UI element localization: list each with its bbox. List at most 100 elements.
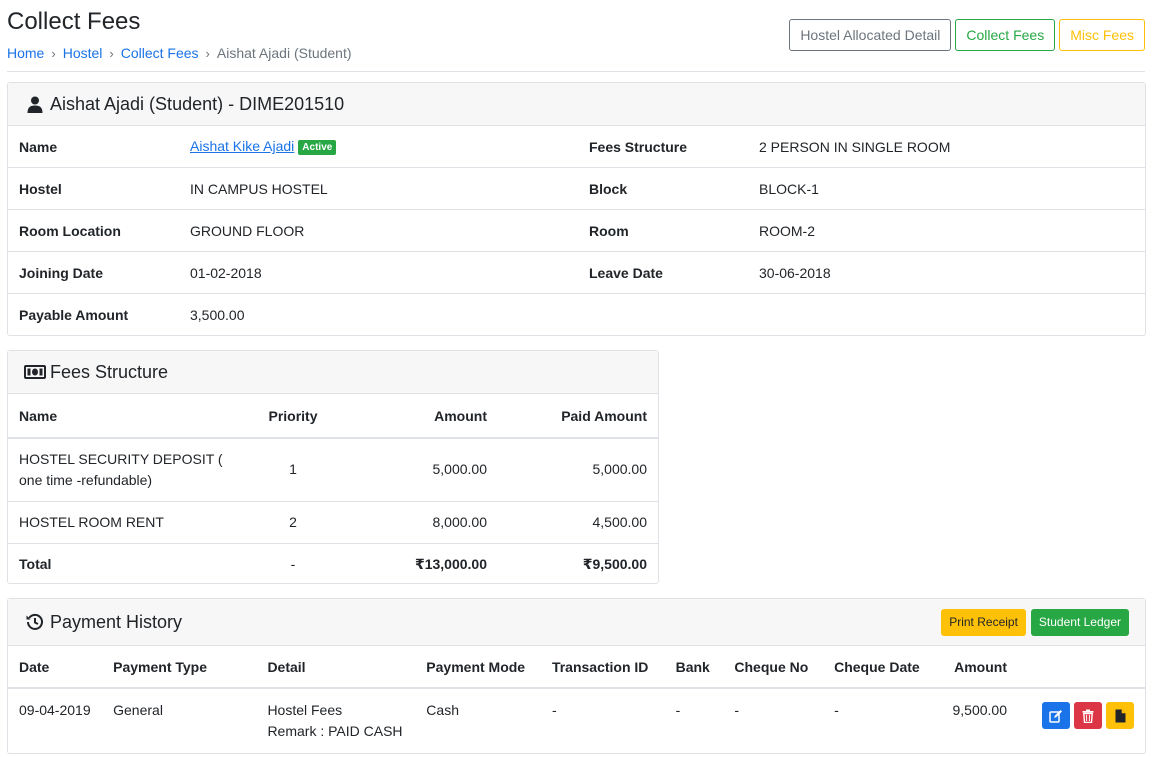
payment-card-header: Payment History Print Receipt Student Le… (8, 599, 1145, 646)
edit-icon (1049, 709, 1062, 723)
payment-type: General (113, 702, 163, 718)
block-value: BLOCK-1 (759, 180, 819, 197)
payable-amount-value: 3,500.00 (190, 307, 245, 323)
student-name-link[interactable]: Aishat Kike Ajadi (190, 138, 294, 154)
column-header: Cheque No (723, 646, 824, 689)
joining-date-value: 01-02-2018 (190, 264, 262, 281)
column-header: Priority (248, 394, 338, 439)
hostel-label: Hostel (19, 180, 62, 197)
leave-date-value: 30-06-2018 (759, 264, 831, 281)
fees-card-header: Fees Structure (8, 351, 658, 394)
column-header: Date (8, 646, 103, 689)
receipt-payment-button[interactable] (1106, 702, 1134, 729)
column-header: Transaction ID (540, 646, 665, 689)
trash-icon (1082, 709, 1094, 723)
info-row: Hostel IN CAMPUS HOSTEL Block BLOCK-1 (8, 168, 1145, 210)
breadcrumb-separator-icon: › (109, 45, 114, 61)
hostel-value: IN CAMPUS HOSTEL (190, 180, 328, 197)
breadcrumb-home[interactable]: Home (7, 45, 44, 61)
student-ledger-button[interactable]: Student Ledger (1030, 608, 1129, 636)
joining-date-label: Joining Date (19, 264, 104, 281)
total-label: Total (19, 555, 52, 572)
status-badge: Active (298, 140, 337, 155)
transaction-id: - (551, 702, 557, 718)
delete-payment-button[interactable] (1074, 702, 1102, 729)
page-title: Collect Fees (7, 8, 141, 35)
fees-table: Name Priority Amount Paid Amount HOSTEL … (8, 394, 658, 585)
info-row: Joining Date 01-02-2018 Leave Date 30-06… (8, 252, 1145, 294)
fee-name: HOSTEL ROOM RENT (8, 501, 248, 544)
payment-actions (1018, 688, 1145, 752)
breadcrumb: Home › Hostel › Collect Fees › Aishat Aj… (7, 45, 352, 61)
collect-fees-button[interactable]: Collect Fees (955, 19, 1056, 51)
top-action-buttons: Hostel Allocated Detail Collect Fees Mis… (789, 19, 1145, 51)
room-location-label: Room Location (19, 222, 121, 239)
fee-amount: 8,000.00 (338, 501, 498, 544)
payable-amount-label: Payable Amount (19, 307, 129, 323)
room-label: Room (589, 222, 629, 239)
history-icon (24, 611, 46, 633)
file-icon (1115, 709, 1125, 722)
fees-structure-label: Fees Structure (589, 138, 688, 155)
payment-mode: Cash (426, 702, 459, 718)
fee-name: HOSTEL SECURITY DEPOSIT ( one time -refu… (8, 438, 248, 502)
table-row: 09-04-2019 General Hostel Fees Remark : … (8, 688, 1145, 752)
column-header: Name (8, 394, 248, 439)
breadcrumb-separator-icon: › (205, 45, 210, 61)
breadcrumb-separator-icon: › (51, 45, 56, 61)
leave-date-label: Leave Date (589, 264, 663, 281)
table-row: HOSTEL ROOM RENT 2 8,000.00 4,500.00 (8, 501, 658, 544)
total-amount: ₹13,000.00 (414, 555, 487, 572)
fees-structure-card: Fees Structure Name Priority Amount Paid… (7, 350, 659, 584)
table-header-row: Name Priority Amount Paid Amount (8, 394, 658, 439)
fees-structure-value: 2 PERSON IN SINGLE ROOM (759, 138, 951, 155)
payment-detail-cell: Hostel Fees Remark : PAID CASH (256, 688, 415, 752)
breadcrumb-collect-fees[interactable]: Collect Fees (121, 45, 199, 61)
breadcrumb-hostel[interactable]: Hostel (63, 45, 103, 61)
header-divider (7, 71, 1145, 72)
misc-fees-button[interactable]: Misc Fees (1059, 19, 1145, 51)
fee-amount: 5,000.00 (338, 438, 498, 502)
breadcrumb-current: Aishat Ajadi (Student) (216, 45, 352, 61)
payment-amount: 9,500.00 (952, 702, 1008, 718)
room-location-value: GROUND FLOOR (190, 222, 305, 239)
money-icon (24, 361, 46, 383)
table-row: HOSTEL SECURITY DEPOSIT ( one time -refu… (8, 438, 658, 502)
column-header: Amount (338, 394, 498, 439)
student-info-card: Aishat Ajadi (Student) - DIME201510 Name… (7, 82, 1146, 336)
column-header: Detail (256, 646, 416, 689)
edit-payment-button[interactable] (1042, 702, 1070, 729)
column-header: Payment Mode (415, 646, 541, 689)
fee-paid: 5,000.00 (498, 438, 658, 502)
hostel-allocated-detail-button[interactable]: Hostel Allocated Detail (789, 19, 952, 51)
print-receipt-button[interactable]: Print Receipt (941, 608, 1026, 636)
student-card-header: Aishat Ajadi (Student) - DIME201510 (8, 83, 1145, 126)
fee-priority: 2 (248, 501, 338, 544)
total-paid: ₹9,500.00 (582, 555, 647, 572)
total-row: Total - ₹13,000.00 ₹9,500.00 (8, 543, 658, 585)
name-value-cell: Aishat Kike Ajadi Active (179, 138, 578, 155)
payment-detail: Hostel Fees (267, 702, 343, 718)
payment-table: Date Payment Type Detail Payment Mode Tr… (8, 646, 1145, 752)
payment-date: 09-04-2019 (19, 702, 91, 718)
cheque-date: - (834, 702, 839, 718)
payment-card-title: Payment History (50, 611, 183, 632)
payment-card-title-group: Payment History (24, 611, 182, 633)
fee-priority: 1 (248, 438, 338, 502)
column-header: Payment Type (102, 646, 257, 689)
table-header-row: Date Payment Type Detail Payment Mode Tr… (8, 646, 1145, 689)
block-label: Block (589, 180, 628, 197)
user-icon (24, 93, 46, 115)
payment-history-card: Payment History Print Receipt Student Le… (7, 598, 1146, 754)
fees-card-title: Fees Structure (50, 361, 169, 382)
cheque-no: - (734, 702, 740, 718)
student-card-title: Aishat Ajadi (Student) - DIME201510 (50, 93, 345, 114)
total-priority: - (290, 555, 296, 572)
column-header: Amount (930, 646, 1018, 689)
info-row: Name Aishat Kike Ajadi Active Fees Struct… (8, 126, 1145, 168)
info-row: Payable Amount 3,500.00 (8, 294, 1145, 336)
actions-column-header (1018, 646, 1145, 689)
fee-paid: 4,500.00 (498, 501, 658, 544)
room-value: ROOM-2 (759, 222, 815, 239)
payment-header-buttons: Print Receipt Student Ledger (941, 608, 1129, 636)
